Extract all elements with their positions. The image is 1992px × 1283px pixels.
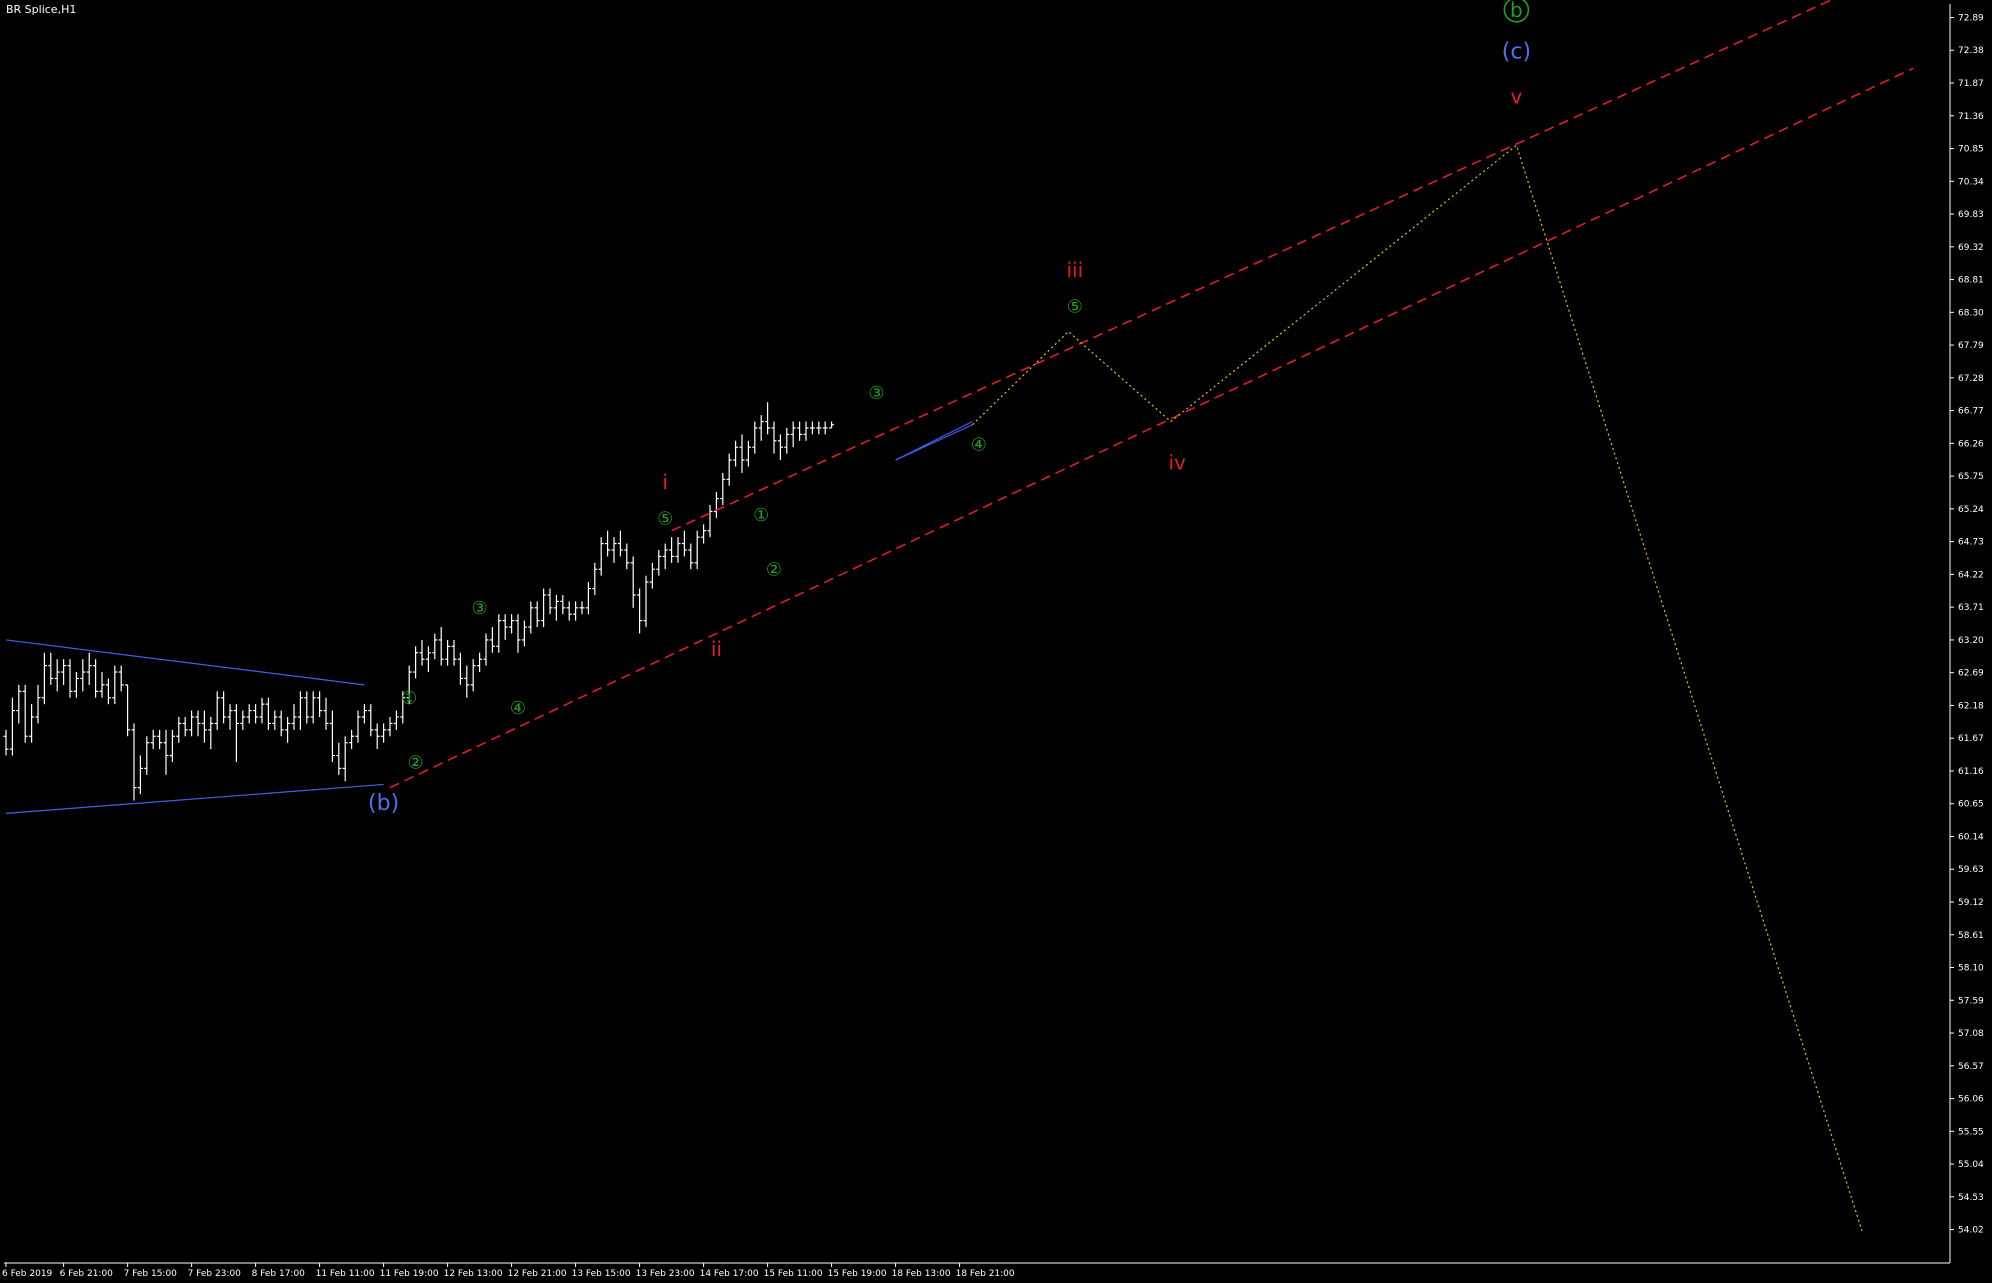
y-tick-label: 67.79 [1958, 341, 1984, 351]
y-tick-label: 61.67 [1958, 734, 1984, 744]
y-tick-label: 59.12 [1958, 898, 1984, 908]
wave-c-paren: (c) [1502, 40, 1531, 65]
y-tick-label: 61.16 [1958, 767, 1984, 777]
y-tick-label: 56.06 [1958, 1095, 1984, 1105]
x-tick-label: 15 Feb 19:00 [828, 1269, 887, 1279]
y-tick-label: 71.87 [1958, 79, 1984, 89]
x-tick-label: 7 Feb 23:00 [188, 1269, 242, 1279]
triangle-right-lower [895, 424, 973, 461]
wave-b-paren: (b) [368, 791, 399, 816]
y-tick-label: 58.10 [1958, 964, 1984, 974]
y-tick-label: 60.14 [1958, 832, 1984, 842]
triangle-left-upper [5, 639, 365, 686]
wave-2-low: ② [408, 752, 424, 773]
y-tick-label: 69.32 [1958, 243, 1984, 253]
wave-5-i: ⑤ [657, 508, 673, 529]
wave-3-low: ③ [472, 598, 488, 619]
wave-b-circle: b [1510, 0, 1523, 22]
y-tick-label: 63.20 [1958, 636, 1984, 646]
wave-4-low: ④ [510, 698, 526, 719]
y-tick-label: 69.83 [1958, 210, 1984, 220]
y-tick-label: 72.89 [1958, 13, 1984, 23]
y-tick-label: 65.75 [1958, 472, 1984, 482]
x-tick-label: 12 Feb 13:00 [444, 1269, 503, 1279]
y-tick-label: 58.61 [1958, 931, 1984, 941]
wave-iv: iv [1168, 451, 1186, 475]
price-chart[interactable]: 72.89 72.38 71.87 71.36 70.85 70.34 69.83 69.32… [0, 0, 1992, 1283]
wave-4-top: ④ [971, 434, 987, 455]
wave-1-low: ① [401, 688, 417, 709]
y-tick-label: 54.53 [1958, 1193, 1984, 1203]
y-tick-label: 64.73 [1958, 538, 1984, 548]
x-tick-label: 18 Feb 13:00 [892, 1269, 951, 1279]
y-tick-label: 68.30 [1958, 308, 1984, 318]
y-tick-label: 62.69 [1958, 669, 1984, 679]
x-tick-label: 13 Feb 15:00 [572, 1269, 631, 1279]
y-tick-label: 65.24 [1958, 505, 1984, 515]
y-tick-label: 66.77 [1958, 407, 1984, 417]
upper-channel [671, 0, 1834, 532]
wave-5-iii: ⑤ [1067, 296, 1083, 317]
y-tick-label: 70.85 [1958, 145, 1984, 155]
y-tick-label: 55.55 [1958, 1127, 1984, 1137]
y-tick-label: 55.04 [1958, 1160, 1984, 1170]
x-tick-label: 13 Feb 23:00 [636, 1269, 695, 1279]
y-tick-label: 67.28 [1958, 374, 1984, 384]
x-tick-label: 11 Feb 19:00 [380, 1269, 439, 1279]
wave-v: v [1510, 85, 1522, 109]
y-tick-label: 72.38 [1958, 46, 1984, 56]
wave-ii: ii [711, 637, 722, 661]
y-tick-label: 71.36 [1958, 112, 1984, 122]
y-tick-label: 62.18 [1958, 701, 1984, 711]
x-tick-label: 18 Feb 21:00 [956, 1269, 1015, 1279]
y-tick-label: 54.02 [1958, 1226, 1984, 1236]
x-tick-label: 7 Feb 15:00 [124, 1269, 178, 1279]
x-tick-label: 6 Feb 2019 [2, 1269, 53, 1279]
y-tick-label: 70.34 [1958, 177, 1984, 187]
y-tick-label: 66.26 [1958, 439, 1984, 449]
wave-iii: iii [1066, 258, 1083, 282]
wave-3-top: ③ [868, 383, 884, 404]
x-tick-label: 14 Feb 17:00 [700, 1269, 759, 1279]
projection-path [971, 144, 1863, 1232]
y-tick-label: 68.81 [1958, 276, 1984, 286]
y-tick-label: 57.59 [1958, 996, 1984, 1006]
x-tick-label: 11 Feb 11:00 [316, 1269, 375, 1279]
y-tick-label: 64.22 [1958, 570, 1984, 580]
y-tick-label: 57.08 [1958, 1029, 1984, 1039]
x-tick-label: 8 Feb 17:00 [252, 1269, 306, 1279]
y-tick-label: 56.57 [1958, 1062, 1984, 1072]
wave-1-mid: ① [753, 505, 769, 526]
y-tick-label: 63.71 [1958, 603, 1984, 613]
wave-2-mid: ② [766, 560, 782, 581]
x-tick-label: 12 Feb 21:00 [508, 1269, 567, 1279]
lower-channel [389, 67, 1914, 789]
wave-i: i [662, 470, 668, 494]
triangle-left-lower [5, 783, 384, 814]
x-tick-label: 15 Feb 11:00 [764, 1269, 823, 1279]
x-tick-label: 6 Feb 21:00 [60, 1269, 114, 1279]
y-tick-label: 59.63 [1958, 865, 1984, 875]
y-tick-label: 60.65 [1958, 800, 1984, 810]
